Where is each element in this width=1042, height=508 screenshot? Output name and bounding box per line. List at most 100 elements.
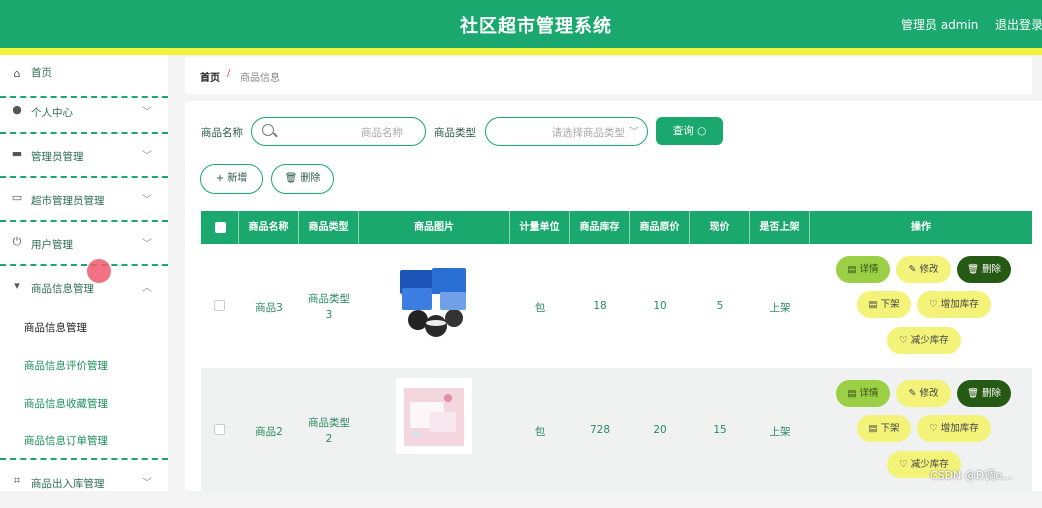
product-image xyxy=(396,262,472,342)
cell-unit: 包 xyxy=(534,302,546,314)
header-accent-bar xyxy=(0,48,1042,55)
sidebar-item-store-admins[interactable]: ▭ 超市管理员管理 ﹀ xyxy=(0,179,168,222)
current-user: 管理员 admin xyxy=(901,18,979,32)
chevron-down-icon: ﹀ xyxy=(142,151,152,162)
table-row: 商品2 商品类型2 包 728 20 15 上架 ▤ 详情 ✎ 修改 🗑 删除 … xyxy=(201,368,1032,492)
sidebar-item-label: 超市管理员管理 xyxy=(31,195,105,207)
home-icon: ⌂ xyxy=(13,67,21,80)
table-row: 商品3 商品类型3 包 18 10 5 上架 ▤ 详情 ✎ 修改 🗑 删除 ▤ … xyxy=(201,244,1032,368)
reduce-stock-button[interactable]: ♡ 减少库存 xyxy=(887,327,961,354)
goods-name-label: 商品名称 xyxy=(201,127,243,139)
search-icon xyxy=(262,124,274,136)
app-title: 社区超市管理系统 xyxy=(460,16,612,37)
chevron-up-icon: ︿ xyxy=(142,283,152,294)
sidebar-subitem-goods-info[interactable]: 商品信息管理 xyxy=(24,320,87,335)
sidebar-subitem-goods-orders[interactable]: 商品信息订单管理 xyxy=(24,433,108,448)
column-header: 商品图片 xyxy=(359,211,510,244)
column-header: 现价 xyxy=(690,211,750,244)
sidebar-item-label: 管理员管理 xyxy=(31,151,84,163)
cell-stock: 728 xyxy=(589,424,611,436)
sidebar-item-label: 商品信息管理 xyxy=(31,283,94,295)
cell-price: 15 xyxy=(713,424,727,436)
cell-on-sale: 上架 xyxy=(769,426,791,438)
goods-name-placeholder: 商品名称 xyxy=(361,127,403,139)
cell-type: 商品类型3 xyxy=(308,293,350,321)
cell-stock: 18 xyxy=(593,300,607,312)
sidebar-item-goods[interactable]: ▾ 商品信息管理 ︿ xyxy=(0,267,168,310)
goods-type-select[interactable]: 请选择商品类型 ﹀ xyxy=(485,117,648,146)
goods-type-placeholder: 请选择商品类型 xyxy=(551,127,626,139)
query-button[interactable]: 查询 ○ xyxy=(656,117,723,145)
product-image xyxy=(396,378,472,454)
chevron-down-icon: ﹀ xyxy=(142,195,152,206)
cookie-pack-image xyxy=(400,268,466,337)
sidebar-divider xyxy=(0,458,168,460)
edit-button[interactable]: ✎ 修改 xyxy=(896,256,951,283)
breadcrumb-home[interactable]: 首页 xyxy=(200,69,220,84)
chevron-down-icon: ﹀ xyxy=(142,239,152,250)
crop-icon: ⌗ xyxy=(13,474,21,487)
top-header: 社区超市管理系统 管理员 admin 退出登录 xyxy=(0,0,1042,48)
sidebar-item-inventory[interactable]: ⌗ 商品出入库管理 ﹀ xyxy=(0,465,168,508)
logout-link[interactable]: 退出登录 xyxy=(995,16,1042,33)
chevron-down-icon: ﹀ xyxy=(142,107,152,118)
cell-original-price: 20 xyxy=(653,424,667,436)
off-shelf-button[interactable]: ▤ 下架 xyxy=(857,415,911,442)
sidebar-item-users[interactable]: ⏻ 用户管理 ﹀ xyxy=(0,223,168,266)
breadcrumb-current: 商品信息 xyxy=(240,73,280,84)
goods-type-label: 商品类型 xyxy=(434,127,476,139)
detail-button[interactable]: ▤ 详情 xyxy=(836,380,890,407)
add-button[interactable]: + 新增 xyxy=(200,164,263,194)
off-shelf-button[interactable]: ▤ 下架 xyxy=(857,291,911,318)
select-all-checkbox[interactable] xyxy=(215,222,226,233)
watermark: CSDN @D调e... xyxy=(930,469,1013,482)
mouse-cursor xyxy=(87,259,111,283)
sidebar-item-profile[interactable]: ● 个人中心 ﹀ xyxy=(0,91,168,134)
add-stock-button[interactable]: ♡ 增加库存 xyxy=(917,415,991,442)
cell-name: 商品3 xyxy=(255,302,283,314)
bulk-delete-button[interactable]: 🗑 删除 xyxy=(271,164,334,194)
column-header: 商品原价 xyxy=(630,211,690,244)
sidebar-item-label: 商品出入库管理 xyxy=(31,478,105,490)
sidebar: ⌂ 首页 ● 个人中心 ﹀ ▬ 管理员管理 ﹀ ▭ 超市管理员管理 ﹀ ⏻ 用户… xyxy=(0,55,168,491)
sidebar-subitem-goods-favorites[interactable]: 商品信息收藏管理 xyxy=(24,396,108,411)
cell-on-sale: 上架 xyxy=(769,302,791,314)
delete-button[interactable]: 🗑 删除 xyxy=(957,256,1011,283)
column-header: 商品名称 xyxy=(239,211,299,244)
column-header: 商品库存 xyxy=(570,211,630,244)
column-header: 商品类型 xyxy=(299,211,359,244)
sidebar-item-admins[interactable]: ▬ 管理员管理 ﹀ xyxy=(0,135,168,178)
main-panel: 商品名称 商品名称 商品类型 请选择商品类型 ﹀ 查询 ○ + 新增 🗑 删除 … xyxy=(185,101,1042,492)
gift-box-image xyxy=(404,388,464,446)
breadcrumb: 首页 / 商品信息 xyxy=(185,57,1032,94)
edit-button[interactable]: ✎ 修改 xyxy=(896,380,951,407)
cell-type: 商品类型2 xyxy=(308,417,350,445)
column-header: 操作 xyxy=(911,222,931,233)
power-icon: ⏻ xyxy=(12,235,22,248)
goods-icon: ▾ xyxy=(14,279,20,292)
monitor-icon: ▬ xyxy=(11,147,23,160)
chevron-down-icon: ﹀ xyxy=(142,478,152,489)
column-header: 计量单位 xyxy=(510,211,570,244)
cell-original-price: 10 xyxy=(653,300,667,312)
user-icon: ● xyxy=(12,103,22,116)
row-checkbox[interactable] xyxy=(214,300,225,311)
sidebar-item-label: 首页 xyxy=(31,67,52,79)
delete-button[interactable]: 🗑 删除 xyxy=(957,380,1011,407)
sidebar-item-label: 用户管理 xyxy=(31,239,73,251)
sidebar-subitem-goods-reviews[interactable]: 商品信息评价管理 xyxy=(24,358,108,373)
picture-icon: ▭ xyxy=(11,191,23,204)
column-header: 是否上架 xyxy=(750,211,810,244)
breadcrumb-separator: / xyxy=(227,68,231,79)
chevron-down-icon: ﹀ xyxy=(629,127,639,138)
goods-name-input[interactable]: 商品名称 xyxy=(251,117,426,146)
header-select-all[interactable] xyxy=(201,211,239,244)
cell-price: 5 xyxy=(716,300,724,312)
cell-unit: 包 xyxy=(534,426,546,438)
detail-button[interactable]: ▤ 详情 xyxy=(836,256,890,283)
add-stock-button[interactable]: ♡ 增加库存 xyxy=(917,291,991,318)
cell-name: 商品2 xyxy=(255,426,283,438)
row-checkbox[interactable] xyxy=(214,424,225,435)
sidebar-item-label: 个人中心 xyxy=(31,107,73,119)
table-header: 商品名称 商品类型 商品图片 计量单位 商品库存 商品原价 现价 是否上架 操作 xyxy=(201,211,1032,244)
